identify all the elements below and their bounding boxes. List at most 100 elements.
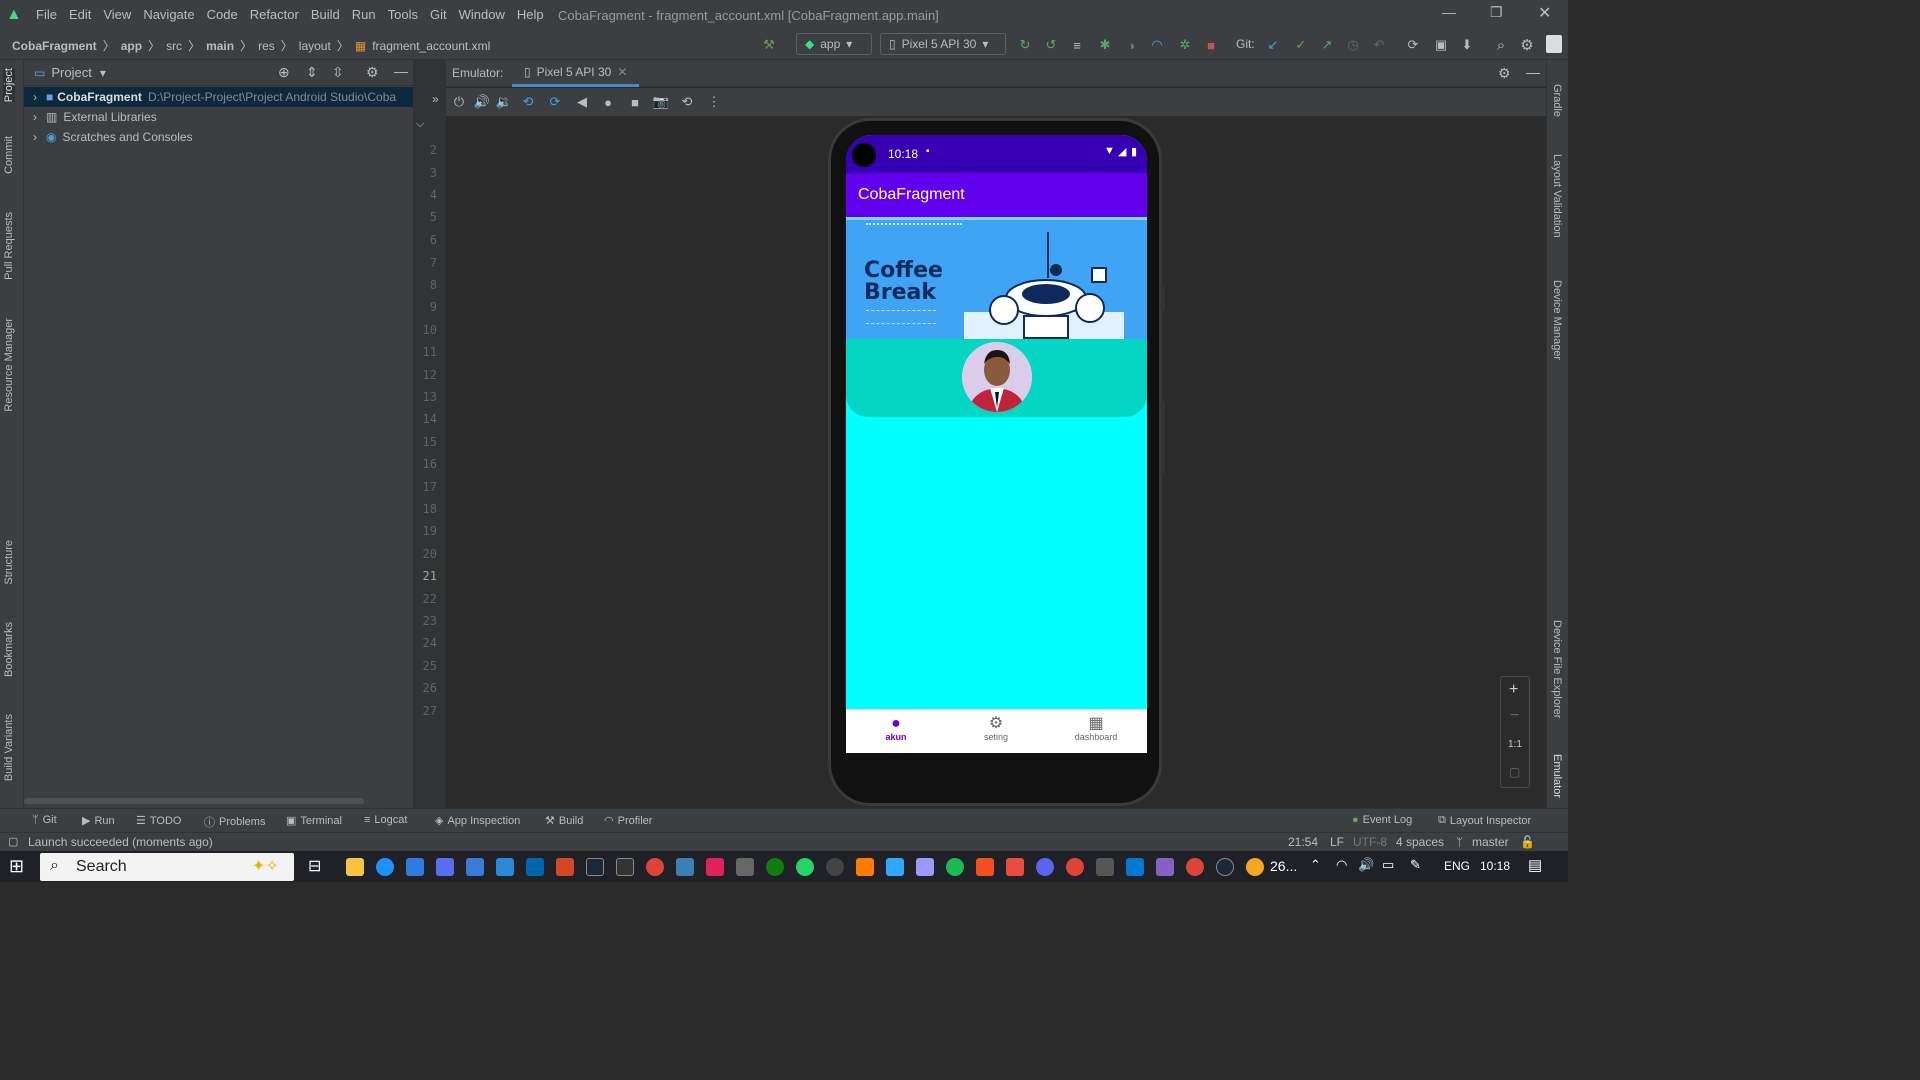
minimize-icon[interactable]: — xyxy=(1442,4,1456,20)
weather-temp[interactable]: 26... xyxy=(1270,858,1297,874)
android-studio-task-icon[interactable] xyxy=(676,858,694,876)
rotate-right-icon[interactable]: ⟳ xyxy=(544,91,566,113)
menu-navigate[interactable]: Navigate xyxy=(143,7,194,22)
fit-screen-icon[interactable]: ▢ xyxy=(1509,765,1520,779)
panel-toggle-icon[interactable]: ▢ xyxy=(8,835,18,848)
indent-setting[interactable]: 4 spaces xyxy=(1396,835,1444,849)
gear-icon[interactable]: ⚙ xyxy=(366,64,379,81)
menu-build[interactable]: Build xyxy=(311,7,340,22)
home-icon[interactable]: ● xyxy=(597,91,619,113)
hide-icon[interactable]: — xyxy=(1526,64,1540,80)
volume-down-icon[interactable]: 🔉 xyxy=(493,91,515,113)
attach-debugger-icon[interactable]: ◑ xyxy=(1120,34,1142,56)
tab-build-variants[interactable]: Build Variants xyxy=(3,714,15,781)
git-commit-icon[interactable]: ✓ xyxy=(1290,34,1312,56)
tool-app-inspection[interactable]: ◈ App Inspection xyxy=(435,814,520,828)
tab-pixel-5[interactable]: ▯ Pixel 5 API 30 ✕ xyxy=(512,60,640,87)
steam-icon[interactable] xyxy=(586,858,604,876)
menu-view[interactable]: View xyxy=(103,7,131,22)
breadcrumb-src[interactable]: src xyxy=(166,39,182,53)
line-separator[interactable]: LF xyxy=(1330,835,1344,849)
tab-pull-requests[interactable]: Pull Requests xyxy=(3,212,15,280)
status-message[interactable]: Launch succeeded (moments ago) xyxy=(28,835,213,849)
tree-item-scratches[interactable]: › ◉ Scratches and Consoles xyxy=(24,127,413,147)
stop-icon[interactable]: ■ xyxy=(1200,34,1222,56)
expand-all-icon[interactable]: ⇕ xyxy=(306,64,318,81)
chrome-alt-icon[interactable] xyxy=(1186,858,1204,876)
git-branch[interactable]: master xyxy=(1472,835,1509,849)
breadcrumb-file[interactable]: fragment_account.xml xyxy=(372,39,490,53)
run-list-icon[interactable]: ≡ xyxy=(1066,34,1088,56)
screenshot-icon[interactable]: 📷 xyxy=(650,91,672,113)
windows-start-icon[interactable]: ⊞ xyxy=(9,856,24,877)
profile-icon[interactable]: ◠ xyxy=(1146,34,1168,56)
zoom-out-icon[interactable]: − xyxy=(1510,707,1519,725)
tool-terminal[interactable]: ▣ Terminal xyxy=(286,814,342,828)
xbox-icon[interactable] xyxy=(766,858,784,876)
tab-project[interactable]: Project xyxy=(3,68,15,103)
menu-refactor[interactable]: Refactor xyxy=(250,7,299,22)
project-panel-title[interactable]: Project xyxy=(51,65,91,80)
tree-item-cobafragment[interactable]: › ■ CobaFragment D:\Project-Project\Proj… xyxy=(24,87,413,107)
sdk-manager-icon[interactable]: ⬇ xyxy=(1456,34,1478,56)
rotate-left-icon[interactable]: ⟲ xyxy=(517,91,539,113)
chrome-icon[interactable] xyxy=(646,858,664,876)
breadcrumb-main[interactable]: main xyxy=(206,39,234,53)
visual-studio-icon[interactable] xyxy=(1156,858,1174,876)
obs-icon[interactable] xyxy=(826,858,844,876)
mail-icon[interactable] xyxy=(406,858,424,876)
discord-icon[interactable] xyxy=(1036,858,1054,876)
tab-emulator[interactable]: Emulator xyxy=(1551,754,1563,798)
chevron-right-icon[interactable]: › xyxy=(24,130,46,144)
store-icon[interactable] xyxy=(466,858,484,876)
locate-icon[interactable]: ⊕ xyxy=(278,64,290,81)
taskbar-search[interactable]: ⌕ Search ✦✧ xyxy=(40,853,294,881)
terminal-task-icon[interactable] xyxy=(1096,858,1114,876)
taskbar-clock[interactable]: 10:18 xyxy=(1480,859,1510,873)
zoom-ratio[interactable]: 1:1 xyxy=(1508,739,1522,750)
photoshop-icon[interactable] xyxy=(886,858,904,876)
jetbrains-icon[interactable] xyxy=(706,858,724,876)
power-icon[interactable]: ⏻ xyxy=(448,91,470,113)
todo-icon[interactable] xyxy=(496,858,514,876)
git-push-icon[interactable]: ↗ xyxy=(1316,34,1338,56)
powerpoint-icon[interactable] xyxy=(556,858,574,876)
tab-resource-manager[interactable]: Resource Manager xyxy=(3,318,15,412)
caret-position[interactable]: 21:54 xyxy=(1288,835,1318,849)
tab-layout-validation[interactable]: Layout Validation xyxy=(1551,154,1563,238)
build-hammer-icon[interactable]: ⚒ xyxy=(758,34,780,56)
premiere-icon[interactable] xyxy=(916,858,934,876)
tab-bookmarks[interactable]: Bookmarks xyxy=(3,622,15,677)
tool-git[interactable]: ᛘ Git xyxy=(32,814,57,826)
device-manager-icon[interactable]: ▣ xyxy=(1430,34,1452,56)
run-config-select[interactable]: ◆ app ▾ xyxy=(796,33,872,55)
file-encoding[interactable]: UTF-8 xyxy=(1353,835,1387,849)
zoom-in-icon[interactable]: + xyxy=(1509,681,1518,699)
close-icon[interactable]: ✕ xyxy=(1538,3,1551,23)
search-icon[interactable]: ⌕ xyxy=(1490,34,1512,56)
unity-icon[interactable] xyxy=(736,858,754,876)
chevron-down-icon[interactable]: ▾ xyxy=(100,66,106,80)
chevron-up-icon[interactable]: ⌃ xyxy=(1310,857,1321,873)
debug-icon[interactable]: ✱ xyxy=(1094,34,1116,56)
menu-run[interactable]: Run xyxy=(352,7,376,22)
tool-todo[interactable]: ☰ TODO xyxy=(136,814,181,828)
nav-seting[interactable]: ⚙ seting xyxy=(946,716,1046,743)
menu-code[interactable]: Code xyxy=(207,7,238,22)
menu-tools[interactable]: Tools xyxy=(388,7,418,22)
attach-icon[interactable]: ✲ xyxy=(1174,34,1196,56)
breadcrumb-app[interactable]: app xyxy=(121,39,142,53)
git-update-icon[interactable]: ↙ xyxy=(1262,34,1284,56)
menu-git[interactable]: Git xyxy=(430,7,447,22)
overview-icon[interactable]: ■ xyxy=(624,91,646,113)
language-indicator[interactable]: ENG xyxy=(1444,859,1470,873)
tool-profiler[interactable]: ◠ Profiler xyxy=(604,814,652,828)
spotify-icon[interactable] xyxy=(946,858,964,876)
tab-device-file-explorer[interactable]: Device File Explorer xyxy=(1551,620,1563,718)
settings-icon[interactable]: ⚙ xyxy=(1516,34,1538,56)
steam-tray-icon[interactable] xyxy=(1216,858,1234,876)
weather-icon[interactable] xyxy=(1246,858,1264,876)
tool-build[interactable]: ⚒ Build xyxy=(545,814,583,828)
rollback-icon[interactable]: ↶ xyxy=(1368,34,1390,56)
media-icon[interactable] xyxy=(1006,858,1024,876)
